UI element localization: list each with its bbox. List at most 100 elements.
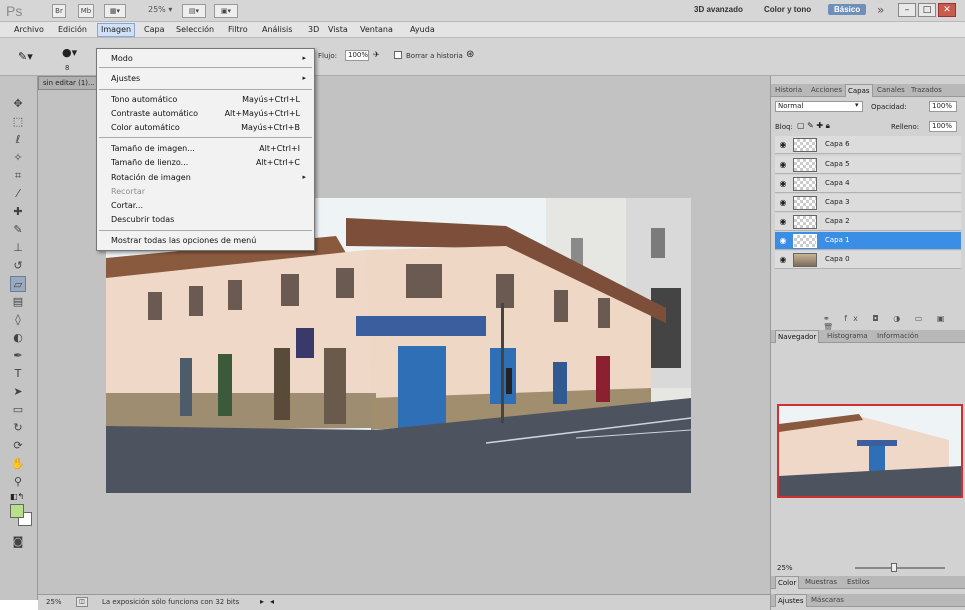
tab-muestras[interactable]: Muestras [805,578,837,586]
tab-mascaras[interactable]: Máscaras [811,596,844,604]
minibridge-icon[interactable]: Mb [78,4,94,18]
layer-row[interactable]: ◉ Capa 5 [775,156,961,174]
history-brush-tool-icon[interactable]: ↺ [10,258,26,274]
menu-item-descubrir-todas[interactable]: Descubrir todas [111,215,174,224]
menu-imagen[interactable]: Imagen [97,23,136,37]
pen-tool-icon[interactable]: ✒ [10,348,26,364]
brush-tool-preset-icon[interactable]: ✎▾ [18,50,33,63]
default-colors-icon[interactable]: ◧↰ [10,492,24,501]
zoom-tool-icon[interactable]: ⚲ [10,474,26,490]
tab-ajustes[interactable]: Ajustes [775,594,807,607]
eraser-tool-icon[interactable]: ▱ [10,276,26,292]
tab-navegador[interactable]: Navegador [775,330,820,343]
eye-icon[interactable]: ◉ [778,255,788,265]
shape-tool-icon[interactable]: ▭ [10,402,26,418]
eye-icon[interactable]: ◉ [778,198,788,208]
menu-3d[interactable]: 3D [308,25,319,34]
extras-icon[interactable]: ▦▾ [104,4,126,18]
brush-picker-icon[interactable]: ●▾ [62,46,77,59]
eye-icon[interactable]: ◉ [778,236,788,246]
quick-mask-icon[interactable]: ◙ [10,534,26,550]
move-tool-icon[interactable]: ✥ [10,96,26,112]
status-zoom[interactable]: 25% [46,598,62,606]
tab-acciones[interactable]: Acciones [811,86,842,94]
eye-icon[interactable]: ◉ [778,140,788,150]
flujo-input[interactable]: 100% [345,50,369,61]
eye-icon[interactable]: ◉ [778,179,788,189]
menu-ayuda[interactable]: Ayuda [410,25,435,34]
quick-selection-tool-icon[interactable]: ✧ [10,150,26,166]
menu-item-ajustes[interactable]: Ajustes [111,74,140,83]
navigator-zoom-slider[interactable] [855,567,945,569]
stamp-tool-icon[interactable]: ⊥ [10,240,26,256]
eye-icon[interactable]: ◉ [778,160,788,170]
menu-edicion[interactable]: Edición [58,25,87,34]
lock-icons[interactable]: ▢ ✎ ✚ 🔒︎ [797,121,830,131]
opacity-input[interactable]: 100% [929,101,957,112]
menu-capa[interactable]: Capa [144,25,164,34]
navigator-preview[interactable] [777,404,963,498]
layer-row[interactable]: ◉ Capa 6 [775,136,961,154]
zoom-level[interactable]: 25% ▾ [148,5,172,14]
close-button[interactable]: ✕ [938,3,956,17]
blend-mode-select[interactable]: Normal [775,101,863,112]
menu-filtro[interactable]: Filtro [228,25,248,34]
blend-mode-dropdown-icon[interactable]: ▾ [855,101,859,109]
layer-row[interactable]: ◉ Capa 3 [775,194,961,212]
menu-archivo[interactable]: Archivo [14,25,44,34]
tab-informacion[interactable]: Información [877,332,919,340]
menu-item-mostrar-opciones[interactable]: Mostrar todas las opciones de menú [111,236,256,245]
menu-item-color-automatico[interactable]: Color automático [111,123,180,132]
layer-row[interactable]: ◉ Capa 0 [775,251,961,269]
brush-tool-icon[interactable]: ✎ [10,222,26,238]
navigator-zoom[interactable]: 25% [777,564,793,572]
workspace-3d[interactable]: 3D avanzado [694,5,743,14]
path-selection-tool-icon[interactable]: ➤ [10,384,26,400]
menu-item-tamano-imagen[interactable]: Tamaño de imagen... [111,144,195,153]
eyedropper-tool-icon[interactable]: ⁄ [10,186,26,202]
gradient-tool-icon[interactable]: ▤ [10,294,26,310]
3d-rotate-tool-icon[interactable]: ↻ [10,420,26,436]
borrar-historia-checkbox[interactable] [394,51,402,59]
menu-analisis[interactable]: Análisis [262,25,292,34]
lasso-tool-icon[interactable]: ℓ [10,132,26,148]
blur-tool-icon[interactable]: ◊ [10,312,26,328]
tab-color[interactable]: Color [775,576,800,589]
menu-item-tono-automatico[interactable]: Tono automático [111,95,177,104]
status-info-icon[interactable]: ◫ [76,597,88,607]
airbrush-icon[interactable]: ✈ [373,50,380,59]
layer-row[interactable]: ◉ Capa 2 [775,213,961,231]
tab-histograma[interactable]: Histograma [827,332,868,340]
tab-canales[interactable]: Canales [877,86,905,94]
document-tab[interactable]: sin editar (1)... [38,76,98,90]
eye-icon[interactable]: ◉ [778,217,788,227]
tab-historia[interactable]: Historia [775,86,802,94]
workspace-color-tono[interactable]: Color y tono [764,5,811,14]
menu-seleccion[interactable]: Selección [176,25,214,34]
crop-tool-icon[interactable]: ⌗ [10,168,26,184]
tablet-pressure-icon[interactable]: ⊛ [466,49,474,60]
menu-item-modo[interactable]: Modo [111,54,133,63]
layer-row-selected[interactable]: ◉ Capa 1 [775,232,961,250]
marquee-tool-icon[interactable]: ⬚ [10,114,26,130]
arrange-documents-icon[interactable]: ▤▾ [182,4,206,18]
tab-trazados[interactable]: Trazados [911,86,942,94]
3d-orbit-tool-icon[interactable]: ⟳ [10,438,26,454]
navigator-zoom-handle[interactable] [891,563,897,572]
fill-input[interactable]: 100% [929,121,957,132]
healing-tool-icon[interactable]: ✚ [10,204,26,220]
more-workspaces-icon[interactable]: » [877,3,884,17]
screen-mode-icon[interactable]: ▣▾ [214,4,238,18]
tab-capas[interactable]: Capas [845,84,873,97]
bridge-icon[interactable]: Br [52,4,66,18]
hand-tool-icon[interactable]: ✋ [10,456,26,472]
status-menu-arrow-icon[interactable]: ▸ [260,597,264,606]
menu-ventana[interactable]: Ventana [360,25,393,34]
menu-item-rotacion-imagen[interactable]: Rotación de imagen [111,173,191,182]
menu-vista[interactable]: Vista [328,25,348,34]
maximize-button[interactable]: □ [918,3,936,17]
minimize-button[interactable]: – [898,3,916,17]
foreground-color-swatch[interactable] [10,504,24,518]
menu-item-cortar[interactable]: Cortar... [111,201,143,210]
menu-item-contraste-automatico[interactable]: Contraste automático [111,109,198,118]
